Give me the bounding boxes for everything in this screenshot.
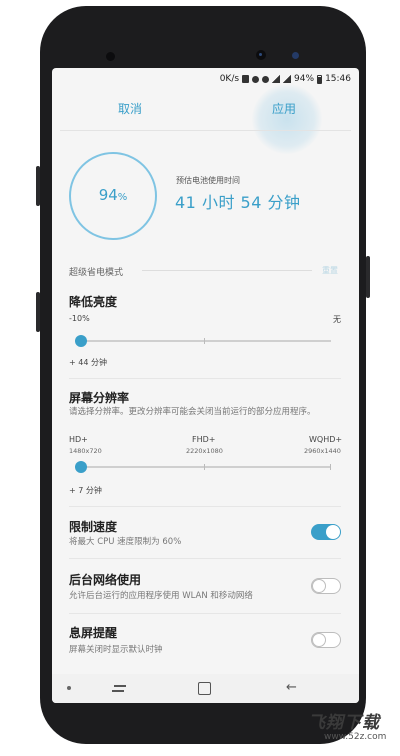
- row-divider: [69, 378, 341, 379]
- home-icon[interactable]: [198, 682, 211, 695]
- section-divider: [142, 270, 312, 271]
- cancel-button[interactable]: 取消: [118, 100, 142, 117]
- wifi-icon: [272, 75, 281, 83]
- apply-button[interactable]: 应用: [272, 100, 296, 117]
- power-button: [366, 256, 370, 298]
- toggle-knob: [312, 578, 326, 593]
- alarm-icon: [262, 75, 270, 83]
- clock: 15:46: [325, 74, 351, 84]
- limit-speed-desc: 将最大 CPU 速度限制为 60%: [69, 537, 182, 547]
- watermark-logo: 飞翔下载: [308, 713, 380, 733]
- battery-percent: 94%: [294, 74, 315, 84]
- mode-section-title: 超级省电模式: [69, 268, 124, 278]
- row-divider: [69, 613, 341, 614]
- screen-off-desc: 屏幕关闭时显示默认时钟: [69, 645, 163, 655]
- battery-level: 94%: [71, 186, 155, 204]
- battery-level-value: 94: [98, 186, 118, 204]
- brightness-min-label: -10%: [69, 314, 90, 323]
- header-divider: [60, 130, 351, 131]
- bluetooth-icon: [252, 75, 260, 83]
- toggle-knob: [326, 525, 340, 539]
- brightness-slider[interactable]: [77, 338, 331, 344]
- slider-tick: [330, 464, 331, 470]
- row-divider: [69, 558, 341, 559]
- sim-icon: [242, 75, 250, 83]
- header-bar: 取消 应用: [52, 84, 359, 154]
- volume-button: [36, 166, 40, 206]
- resolution-desc: 请选择分辨率。更改分辨率可能会关闭当前运行的部分应用程序。: [69, 407, 316, 417]
- resolution-gain: + 7 分钟: [69, 486, 102, 495]
- status-bar: 0K/s 94% 15:46: [52, 68, 359, 88]
- recent-apps-icon[interactable]: [112, 682, 126, 694]
- estimate-label: 预估电池使用时间: [176, 176, 240, 185]
- brightness-title: 降低亮度: [69, 295, 118, 309]
- iris-sensor-icon: [106, 52, 115, 61]
- network-speed: 0K/s: [219, 74, 240, 84]
- bixby-button: [36, 292, 40, 332]
- resolution-title: 屏幕分辨率: [69, 391, 130, 405]
- nav-hide-dot-icon[interactable]: [67, 686, 71, 690]
- brightness-slider-thumb[interactable]: [75, 335, 87, 347]
- brightness-max-label: 无: [333, 315, 341, 324]
- slider-tick: [204, 338, 205, 344]
- toggle-knob: [312, 632, 326, 647]
- watermark-url: www.52z.com: [324, 732, 387, 742]
- background-network-desc: 允许后台运行的应用程序使用 WLAN 和移动网络: [69, 591, 253, 601]
- limit-speed-toggle[interactable]: [311, 524, 341, 540]
- brightness-gain: + 44 分钟: [69, 358, 107, 367]
- limit-speed-title: 限制速度: [69, 520, 118, 534]
- signal-icon: [283, 75, 292, 83]
- resolution-size-fhd: 2220x1080: [186, 447, 223, 455]
- screen: 0K/s 94% 15:46 取消 应用 94% 预估电池使用时间 41 小时 …: [52, 68, 359, 703]
- background-network-toggle[interactable]: [311, 578, 341, 594]
- apply-ripple: [252, 84, 322, 154]
- proximity-sensor-icon: [292, 52, 299, 59]
- row-divider: [69, 506, 341, 507]
- status-indicators: 0K/s 94% 15:46: [220, 74, 351, 84]
- navigation-bar: ←: [52, 674, 359, 703]
- resolution-size-wqhd: 2960x1440: [304, 447, 341, 455]
- reset-button[interactable]: 重置: [322, 265, 338, 276]
- battery-level-unit: %: [117, 192, 128, 203]
- watermark: 飞翔下载 www.52z.com: [300, 706, 396, 752]
- screen-off-toggle[interactable]: [311, 632, 341, 648]
- resolution-option-fhd: FHD+: [192, 435, 216, 444]
- resolution-option-wqhd: WQHD+: [309, 435, 343, 444]
- resolution-option-hd: HD+: [69, 435, 88, 444]
- resolution-size-hd: 1480x720: [69, 447, 102, 455]
- resolution-slider-thumb[interactable]: [75, 461, 87, 473]
- battery-icon: [317, 74, 323, 84]
- battery-ring: 94%: [69, 152, 157, 240]
- back-icon[interactable]: ←: [286, 680, 297, 695]
- front-camera-icon: [256, 50, 266, 60]
- screen-off-title: 息屏提醒: [69, 626, 118, 640]
- slider-tick: [204, 464, 205, 470]
- estimate-value: 41 小时 54 分钟: [175, 193, 301, 212]
- background-network-title: 后台网络使用: [69, 573, 142, 587]
- resolution-slider[interactable]: [77, 464, 331, 470]
